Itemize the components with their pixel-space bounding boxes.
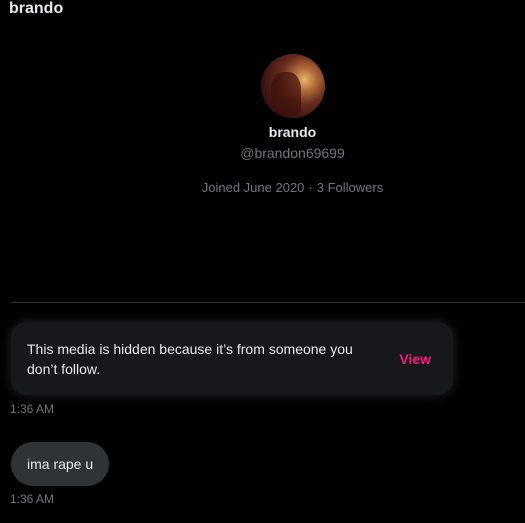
- divider: [11, 302, 525, 303]
- profile-summary[interactable]: brando @brandon69699 Joined June 2020 · …: [0, 54, 525, 197]
- view-media-button[interactable]: View: [399, 351, 431, 367]
- profile-name: brando: [268, 124, 317, 140]
- profile-avatar[interactable]: [260, 54, 325, 118]
- message-timestamp: 1:36 AM: [10, 402, 55, 416]
- message-bubble[interactable]: ima rape u: [11, 442, 110, 486]
- dm-conversation: brando brando @brandon69699 Joined June …: [0, 0, 525, 523]
- profile-meta: Joined June 2020 · 3 Followers: [202, 179, 383, 197]
- meta-separator: ·: [308, 180, 313, 195]
- hidden-media-notice: This media is hidden because it’s from s…: [27, 340, 353, 377]
- followers-count[interactable]: 3 Followers: [317, 179, 383, 197]
- hidden-media-card: This media is hidden because it’s from s…: [11, 322, 453, 395]
- conversation-title: brando: [9, 0, 64, 17]
- message-timestamp: 1:36 AM: [10, 492, 55, 506]
- joined-date: Joined June 2020: [201, 180, 305, 195]
- profile-handle: @brandon69699: [240, 145, 345, 161]
